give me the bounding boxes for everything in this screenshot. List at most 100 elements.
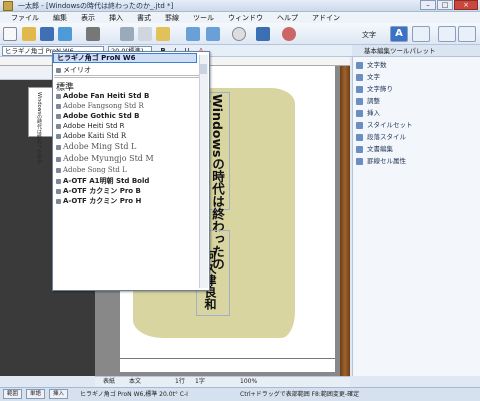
palette-icon <box>356 157 363 165</box>
column-indicator: 1字 <box>195 378 205 385</box>
minimize-button[interactable]: – <box>420 0 436 10</box>
font-option-label: Adobe Song Std L <box>63 166 127 174</box>
new-document-icon[interactable] <box>3 27 17 41</box>
font-option[interactable]: Adobe Fangsong Std R <box>56 102 144 110</box>
font-option[interactable]: A-OTF カクミン Pro B <box>56 186 141 196</box>
status-bar: ヒラギノ角ゴ ProN W6,標準 20.0t° C-I Ctrl+ドラッグで表… <box>0 387 480 401</box>
save-icon[interactable] <box>40 27 54 41</box>
font-type-icon <box>56 67 61 73</box>
palette-item-label: 調整 <box>367 97 380 105</box>
font-option-label: A-OTF A1明朝 Std Bold <box>63 177 150 185</box>
palette-item-insert[interactable]: 挿入 <box>356 108 478 119</box>
menu-ruled-lines[interactable]: 罫線 <box>158 12 186 23</box>
palette-item-adjust[interactable]: 調整 <box>356 96 478 107</box>
font-type-icon <box>56 198 61 204</box>
check-icon[interactable] <box>256 27 270 41</box>
font-option[interactable]: A-OTF カクミン Pro H <box>56 196 141 206</box>
palette-item-label: 罫線セル属性 <box>367 157 406 165</box>
dropdown-scrollbar[interactable] <box>199 55 208 288</box>
font-option-label: A-OTF カクミン Pro B <box>63 187 141 195</box>
font-type-icon <box>56 93 61 99</box>
menu-view[interactable]: 表示 <box>74 12 102 23</box>
search-icon[interactable] <box>232 27 246 41</box>
font-option[interactable]: A-OTF A1明朝 Std Bold <box>56 176 149 186</box>
thumbnail-text: Windowsの時代は終わったのか <box>36 92 42 165</box>
palette-item-decoration[interactable]: 文字飾り <box>356 84 478 95</box>
save-options-icon[interactable] <box>58 27 72 41</box>
word-mode-button[interactable]: 単語 <box>26 389 46 399</box>
globe-icon[interactable] <box>458 26 476 42</box>
mode-label: 文字 <box>362 31 376 39</box>
menu-format[interactable]: 書式 <box>130 12 158 23</box>
undo-icon[interactable] <box>186 27 200 41</box>
menu-edit[interactable]: 編集 <box>46 12 74 23</box>
status-font-info: ヒラギノ角ゴ ProN W6,標準 20.0t° C-I <box>80 391 188 398</box>
palette-icon <box>356 61 363 69</box>
palette-icon <box>356 121 363 129</box>
palette-header: 基本編集ツールパレット <box>352 45 480 57</box>
menu-bar: ファイル 編集 表示 挿入 書式 罫線 ツール ウィンドウ ヘルプ アドイン <box>0 12 480 23</box>
grid-view-button[interactable] <box>412 26 430 42</box>
font-option[interactable]: Adobe Ming Std L <box>56 142 136 151</box>
palette-item-label: 文字 <box>367 73 380 81</box>
font-type-icon <box>56 178 61 184</box>
font-option-label: メイリオ <box>63 66 91 74</box>
menu-file[interactable]: ファイル <box>4 12 46 23</box>
font-option-label: A-OTF カクミン Pro H <box>63 197 142 205</box>
font-option-selected[interactable]: ヒラギノ角ゴ ProN W6 <box>53 53 197 63</box>
open-folder-icon[interactable] <box>22 27 36 41</box>
redo-icon[interactable] <box>206 27 220 41</box>
dropdown-separator <box>54 77 204 78</box>
cover-tab[interactable]: 表紙 <box>103 377 115 387</box>
line-indicator: 1行 <box>175 378 185 385</box>
palette-icon <box>356 109 363 117</box>
palette-item-label: 段落スタイル <box>367 133 406 141</box>
status-hint: Ctrl+ドラッグで表部範囲 F8:範囲変更-確定 <box>240 391 360 398</box>
palette-item-document-edit[interactable]: 文書編集 <box>356 144 478 155</box>
app-icon <box>3 1 13 11</box>
close-button[interactable]: × <box>454 0 478 10</box>
palette-icon <box>356 97 363 105</box>
menu-addin[interactable]: アドイン <box>305 12 347 23</box>
palette-toggle-button[interactable] <box>438 26 456 42</box>
window-title: 一太郎 - [Windowsの時代は終わったのか_.jtd *] <box>18 2 174 10</box>
range-mode-button[interactable]: 範囲 <box>3 389 23 399</box>
help-icon[interactable] <box>282 27 296 41</box>
character-mode-button[interactable]: A <box>390 26 408 42</box>
print-icon[interactable] <box>86 27 100 41</box>
menu-insert[interactable]: 挿入 <box>102 12 130 23</box>
font-type-icon <box>56 144 61 150</box>
font-option[interactable]: Adobe Song Std L <box>56 166 127 174</box>
window-controls: – □ × <box>420 0 478 11</box>
font-option-label: Adobe Heiti Std R <box>63 122 125 130</box>
maximize-button[interactable]: □ <box>437 0 453 10</box>
font-type-icon <box>56 103 61 109</box>
zoom-level[interactable]: 100% <box>240 377 257 387</box>
font-type-icon <box>56 133 61 139</box>
body-tab[interactable]: 本文 <box>129 377 141 387</box>
font-option[interactable]: Adobe Heiti Std R <box>56 122 125 130</box>
font-option[interactable]: Adobe Gothic Std B <box>56 112 139 120</box>
font-option[interactable]: Adobe Fan Heiti Std B <box>56 92 149 100</box>
palette-item-styleset[interactable]: スタイルセット <box>356 120 478 131</box>
view-mode-toolbar: 文字 A <box>352 23 480 45</box>
page-navigation-bar: 表紙 本文 1行 1字 100% <box>95 376 350 387</box>
palette-item-character-count[interactable]: 文字数 <box>356 60 478 71</box>
font-option-label: Adobe Kaiti Std R <box>63 132 127 140</box>
menu-help[interactable]: ヘルプ <box>270 12 305 23</box>
palette-item-character[interactable]: 文字 <box>356 72 478 83</box>
font-option[interactable]: Adobe Kaiti Std R <box>56 132 126 140</box>
menu-tools[interactable]: ツール <box>186 12 221 23</box>
insert-mode-button[interactable]: 挿入 <box>49 389 69 399</box>
palette-item-cell-attributes[interactable]: 罫線セル属性 <box>356 156 478 167</box>
dropdown-scroll-thumb[interactable] <box>200 64 207 74</box>
cut-icon[interactable] <box>120 27 134 41</box>
palette-item-label: 挿入 <box>367 109 380 117</box>
font-type-icon <box>56 123 61 129</box>
font-option-recent[interactable]: メイリオ <box>56 65 91 75</box>
copy-icon[interactable] <box>138 27 152 41</box>
paste-icon[interactable] <box>156 27 170 41</box>
menu-window[interactable]: ウィンドウ <box>221 12 270 23</box>
palette-item-paragraph-style[interactable]: 段落スタイル <box>356 132 478 143</box>
font-option[interactable]: Adobe Myungjo Std M <box>56 154 154 163</box>
